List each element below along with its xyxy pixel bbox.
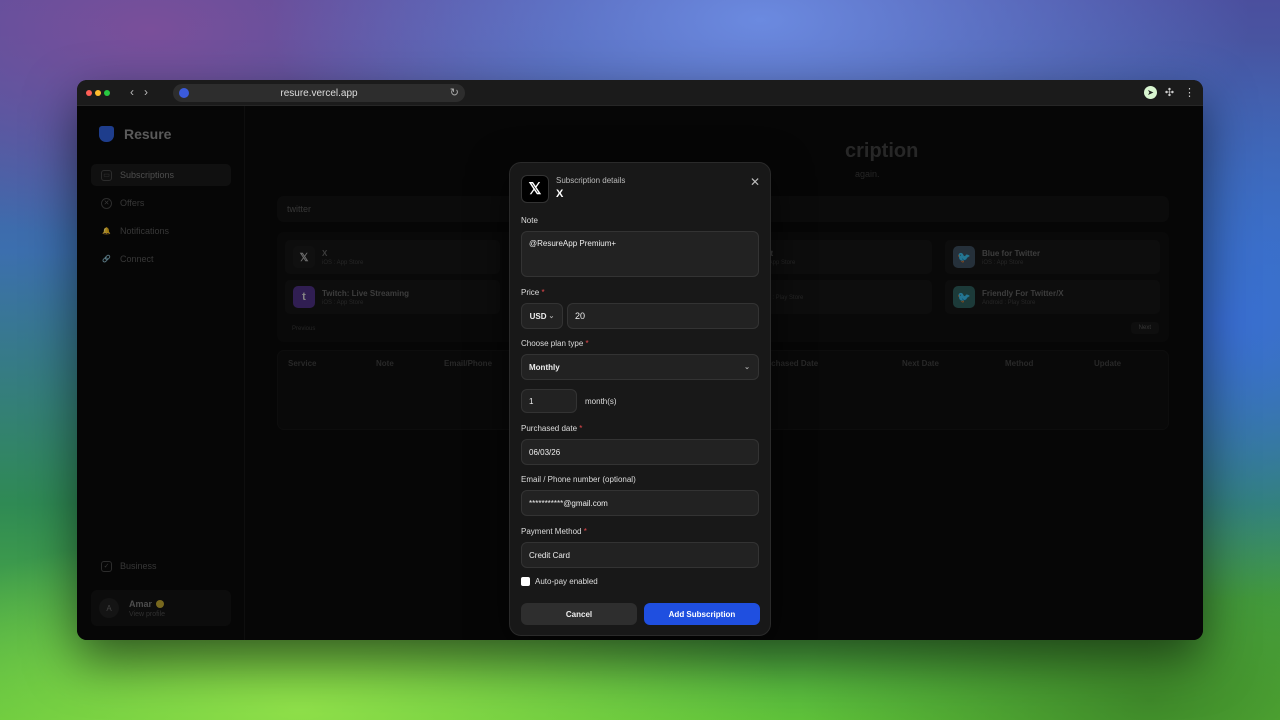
back-arrow-icon[interactable]: ‹: [130, 85, 134, 99]
app-content: Resure ▭ Subscriptions ✕ Offers 🔔 Notifi…: [77, 106, 1203, 640]
browser-window: ‹ › resure.vercel.app ↻ ➤ ✣ ⋮ Resure ▭ S…: [77, 80, 1203, 640]
x-logo-icon: 𝕏: [521, 175, 549, 203]
browser-toolbar: ‹ › resure.vercel.app ↻ ➤ ✣ ⋮: [77, 80, 1203, 106]
required-mark: *: [583, 527, 587, 536]
note-label: Note: [521, 216, 538, 225]
add-subscription-button[interactable]: Add Subscription: [644, 603, 760, 625]
payment-method-input[interactable]: Credit Card: [521, 542, 759, 568]
purchased-date-input[interactable]: 06/03/26: [521, 439, 759, 465]
minimize-window-button[interactable]: [95, 90, 101, 96]
payment-method-label: Payment Method *: [521, 527, 587, 536]
required-mark: *: [579, 424, 583, 433]
purchased-label-text: Purchased date: [521, 424, 578, 433]
currency-value: USD: [529, 311, 547, 321]
chevron-down-icon: ⌄: [744, 364, 750, 371]
close-window-button[interactable]: [86, 90, 92, 96]
plan-value: Monthly: [529, 362, 560, 372]
email-label: Email / Phone number (optional): [521, 475, 636, 484]
puzzle-icon[interactable]: ✣: [1163, 86, 1176, 99]
plan-label: Choose plan type *: [521, 339, 589, 348]
forward-arrow-icon[interactable]: ›: [144, 85, 148, 99]
chevron-down-icon: ⌄: [548, 313, 555, 320]
interval-unit: month(s): [585, 397, 617, 406]
purchased-date-label: Purchased date *: [521, 424, 582, 433]
address-bar[interactable]: resure.vercel.app ↻: [173, 84, 465, 102]
url-text: resure.vercel.app: [280, 87, 358, 99]
more-vertical-icon[interactable]: ⋮: [1183, 86, 1196, 99]
payment-label-text: Payment Method: [521, 527, 582, 536]
modal-title: X: [556, 188, 564, 200]
subscription-details-modal: 𝕏 Subscription details X ✕ Note @ResureA…: [509, 162, 771, 636]
price-label: Price *: [521, 288, 545, 297]
autopay-label: Auto-pay enabled: [535, 577, 598, 586]
price-input[interactable]: 20: [567, 303, 759, 329]
required-mark: *: [541, 288, 545, 297]
modal-kicker: Subscription details: [556, 176, 626, 185]
email-field[interactable]: ***********@gmail.com: [521, 490, 759, 516]
reload-icon[interactable]: ↻: [450, 86, 459, 99]
required-mark: *: [585, 339, 589, 348]
price-label-text: Price: [521, 288, 540, 297]
plan-label-text: Choose plan type: [521, 339, 584, 348]
cursor-ext-icon[interactable]: ➤: [1144, 86, 1157, 99]
cancel-button[interactable]: Cancel: [521, 603, 637, 625]
currency-select[interactable]: USD ⌄: [521, 303, 563, 329]
site-info-icon[interactable]: [179, 88, 189, 98]
plan-type-select[interactable]: Monthly ⌄: [521, 354, 759, 380]
note-field[interactable]: @ResureApp Premium+: [521, 231, 759, 277]
autopay-checkbox[interactable]: [521, 577, 530, 586]
autopay-row[interactable]: Auto-pay enabled: [521, 577, 598, 586]
close-icon[interactable]: ✕: [750, 175, 760, 189]
maximize-window-button[interactable]: [104, 90, 110, 96]
interval-input[interactable]: 1: [521, 389, 577, 413]
